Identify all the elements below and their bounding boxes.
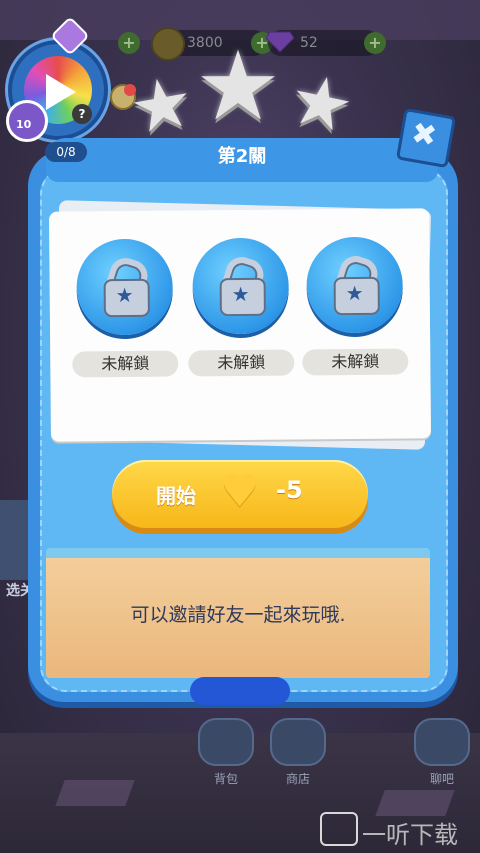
add-gems-button[interactable]: + xyxy=(364,32,386,54)
hint-text: 可以邀請好友一起來玩哦. xyxy=(130,604,346,626)
rewards-card: ★ 未解鎖 ★ 未解鎖 ★ 未解鎖 xyxy=(49,208,431,442)
close-icon: ✖ xyxy=(408,115,440,155)
shop-icon xyxy=(270,718,326,766)
add-lives-button[interactable]: + xyxy=(118,32,140,54)
hint-panel: 可以邀請好友一起來玩哦. xyxy=(46,548,430,678)
close-button[interactable]: ✖ xyxy=(395,107,457,169)
popup-header: 第2關 xyxy=(46,138,438,182)
reward-slot[interactable]: ★ 未解鎖 xyxy=(185,237,296,377)
bag-label: 背包 xyxy=(213,772,238,786)
reward-status: 未解鎖 xyxy=(188,349,295,377)
play-icon xyxy=(46,74,76,110)
lives-cost: -5 xyxy=(276,476,303,504)
background-tile xyxy=(55,780,135,806)
reward-badge: ★ xyxy=(76,238,174,336)
level-progress: 0/8 xyxy=(45,142,87,162)
coin-icon xyxy=(151,27,185,61)
bag-icon xyxy=(198,718,254,766)
star-icon-2: ★ xyxy=(195,30,282,142)
level-title: 第2關 xyxy=(217,146,267,167)
background-tile xyxy=(375,790,455,816)
reward-slot[interactable]: ★ 未解鎖 xyxy=(299,236,410,376)
watermark-logo-icon xyxy=(320,812,358,846)
reward-slot[interactable]: ★ 未解鎖 xyxy=(69,238,180,378)
star-icon: ★ xyxy=(345,280,364,306)
chat-label: 聊吧 xyxy=(429,772,454,786)
watermark-text: 一听下载 xyxy=(362,821,458,849)
reward-badge: ★ xyxy=(192,237,290,335)
popup-bottom-handle xyxy=(190,677,290,705)
start-label: 開始 xyxy=(156,484,196,508)
bag-nav[interactable]: 背包 xyxy=(198,718,254,787)
star-icon-1: ★ xyxy=(123,59,200,151)
start-button[interactable]: 開始 ♥ -5 xyxy=(112,460,368,528)
star-icon: ★ xyxy=(231,281,250,307)
heart-icon: ♥ xyxy=(220,466,260,517)
reward-status: 未解鎖 xyxy=(72,350,179,378)
reward-status: 未解鎖 xyxy=(302,348,409,376)
shop-nav[interactable]: 商店 xyxy=(270,718,326,787)
gems-value: 52 xyxy=(300,35,318,51)
chat-icon xyxy=(414,718,470,766)
reward-badge: ★ xyxy=(306,236,404,334)
player-level: 10 xyxy=(16,118,32,131)
shop-label: 商店 xyxy=(285,772,310,786)
help-icon[interactable]: ? xyxy=(72,104,92,124)
gems-counter: 52 + xyxy=(266,30,386,56)
chat-nav[interactable]: 聊吧 xyxy=(414,718,470,787)
star-icon: ★ xyxy=(115,282,134,308)
